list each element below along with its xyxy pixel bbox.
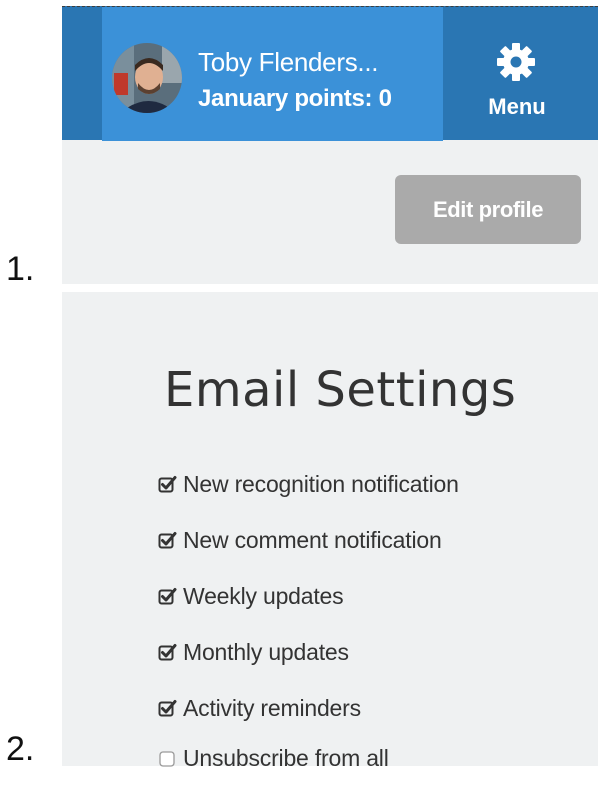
checkbox-checked-icon[interactable] bbox=[158, 475, 177, 494]
setting-monthly-updates[interactable]: Monthly updates bbox=[158, 624, 459, 680]
setting-label[interactable]: New comment notification bbox=[183, 527, 442, 554]
menu-label[interactable]: Menu bbox=[443, 94, 591, 120]
setting-label[interactable]: New recognition notification bbox=[183, 471, 459, 498]
email-settings-panel: Email Settings New recognition notificat… bbox=[62, 292, 598, 771]
step-number-1: 1. bbox=[6, 250, 35, 288]
checkbox-checked-icon[interactable] bbox=[158, 531, 177, 550]
gear-icon[interactable] bbox=[497, 43, 535, 81]
setting-label[interactable]: Weekly updates bbox=[183, 583, 344, 610]
setting-label[interactable]: Unsubscribe from all bbox=[183, 745, 389, 772]
header-bar: Toby Flenders... January points: 0 Menu bbox=[62, 6, 598, 141]
email-settings-list: New recognition notification New comment … bbox=[158, 456, 459, 778]
checkbox-checked-icon[interactable] bbox=[158, 643, 177, 662]
email-settings-title: Email Settings bbox=[164, 362, 517, 418]
setting-new-comment-notification[interactable]: New comment notification bbox=[158, 512, 459, 568]
setting-activity-reminders[interactable]: Activity reminders bbox=[158, 680, 459, 736]
setting-label[interactable]: Activity reminders bbox=[183, 695, 361, 722]
user-name[interactable]: Toby Flenders... bbox=[198, 47, 378, 78]
avatar[interactable] bbox=[112, 43, 182, 113]
user-summary[interactable]: Toby Flenders... January points: 0 bbox=[102, 7, 443, 141]
checkbox-unchecked-icon[interactable] bbox=[158, 749, 177, 768]
checkbox-checked-icon[interactable] bbox=[158, 587, 177, 606]
edit-profile-button[interactable]: Edit profile bbox=[395, 175, 581, 244]
setting-label[interactable]: Monthly updates bbox=[183, 639, 349, 666]
setting-weekly-updates[interactable]: Weekly updates bbox=[158, 568, 459, 624]
points-label: January points: 0 bbox=[198, 85, 392, 112]
setting-unsubscribe-from-all[interactable]: Unsubscribe from all bbox=[158, 738, 459, 778]
checkbox-checked-icon[interactable] bbox=[158, 699, 177, 718]
setting-new-recognition-notification[interactable]: New recognition notification bbox=[158, 456, 459, 512]
step-number-2: 2. bbox=[6, 730, 35, 768]
menu-button[interactable]: Menu bbox=[443, 7, 598, 141]
profile-panel: Toby Flenders... January points: 0 Menu … bbox=[62, 6, 598, 284]
